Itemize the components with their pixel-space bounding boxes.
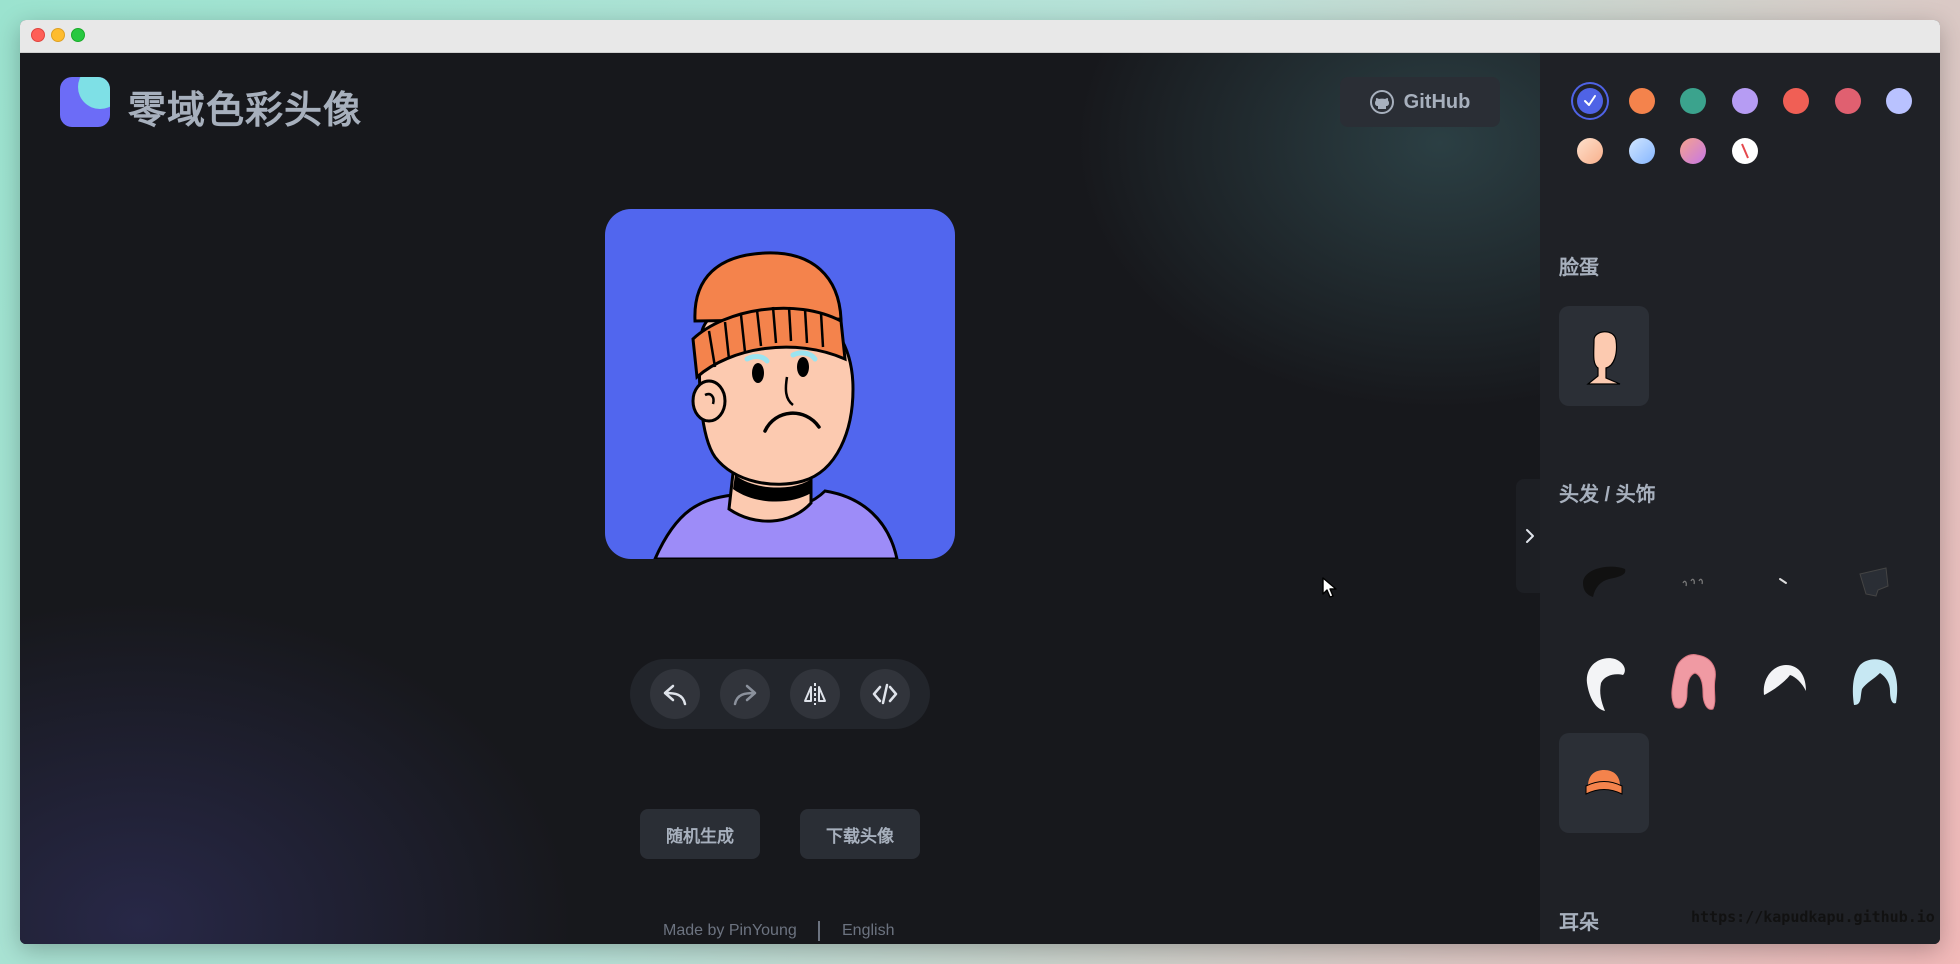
window-titlebar — [20, 20, 1940, 53]
check-icon — [1584, 95, 1596, 106]
chevron-right-icon — [1526, 529, 1534, 543]
avatar-right-eye — [797, 357, 809, 377]
code-icon — [872, 683, 898, 705]
beanie-icon — [1585, 770, 1623, 795]
hair-pink-long-icon — [1671, 654, 1716, 710]
swatch-sunset[interactable] — [1680, 138, 1706, 164]
github-button[interactable]: GitHub — [1340, 77, 1500, 127]
face-shape-icon — [1586, 331, 1621, 385]
main-area: 零域色彩头像 GitHub 随机生成 下载头像 Made by PinYoung… — [20, 53, 1544, 944]
download-avatar-button[interactable]: 下载头像 — [800, 809, 920, 859]
language-switch[interactable]: English — [842, 922, 894, 940]
minimize-window-button[interactable] — [51, 28, 65, 42]
swatch-orange[interactable] — [1629, 88, 1655, 114]
flip-icon — [804, 683, 826, 705]
hair-curly-icon — [1682, 578, 1703, 587]
hair-option-4[interactable] — [1829, 531, 1919, 631]
random-generate-button[interactable]: 随机生成 — [640, 809, 760, 859]
swatch-rose[interactable] — [1835, 88, 1861, 114]
app-logo — [60, 77, 110, 127]
maximize-window-button[interactable] — [71, 28, 85, 42]
author-credit[interactable]: Made by PinYoung — [663, 922, 797, 940]
code-button[interactable] — [860, 669, 910, 719]
github-label: GitHub — [1403, 90, 1471, 113]
hair-option-3[interactable] — [1739, 531, 1829, 631]
hair-cap-icon — [1859, 567, 1889, 597]
hair-option-6[interactable] — [1649, 633, 1739, 733]
avatar-preview — [605, 209, 955, 559]
hair-option-2[interactable] — [1649, 531, 1739, 631]
github-icon — [1369, 90, 1394, 114]
hair-option-5[interactable] — [1559, 633, 1649, 733]
app-title: 零域色彩头像 — [128, 90, 363, 132]
swatch-none[interactable] — [1732, 138, 1758, 164]
swatch-sky[interactable] — [1629, 138, 1655, 164]
section-title-face: 脸蛋 — [1559, 257, 1599, 279]
swatch-peach[interactable] — [1577, 138, 1603, 164]
swatch-teal[interactable] — [1680, 88, 1706, 114]
section-title-ears: 耳朵 — [1559, 912, 1599, 934]
settings-panel: 脸蛋 头发 / 头饰 耳朵 — [1540, 53, 1940, 944]
hair-blue-bob-icon — [1852, 659, 1898, 705]
hair-white-swoop-icon — [1586, 658, 1625, 711]
avatar-ear — [691, 379, 727, 423]
swatch-blue[interactable] — [1577, 88, 1603, 114]
redo-icon — [733, 684, 757, 706]
watermark-url: https://kapudkapu.github.io — [1691, 908, 1935, 926]
footer-divider — [818, 921, 820, 941]
hair-option-beanie[interactable] — [1559, 733, 1649, 833]
close-window-button[interactable] — [31, 28, 45, 42]
flip-button[interactable] — [790, 669, 840, 719]
face-option[interactable] — [1559, 306, 1649, 406]
hair-strand-icon — [1779, 578, 1787, 584]
browser-window: 零域色彩头像 GitHub 随机生成 下载头像 Made by PinYoung… — [20, 20, 1940, 944]
hair-option-1[interactable] — [1559, 531, 1649, 631]
hair-white-bob-icon — [1763, 665, 1806, 695]
swatch-coral[interactable] — [1783, 88, 1809, 114]
editor-toolbar — [630, 659, 930, 729]
undo-icon — [663, 684, 687, 706]
avatar-left-eye — [752, 363, 764, 383]
swatch-periwinkle[interactable] — [1886, 88, 1912, 114]
swatch-lavender[interactable] — [1732, 88, 1758, 114]
no-color-icon — [1741, 143, 1749, 159]
hair-option-8[interactable] — [1829, 633, 1919, 733]
section-title-hair: 头发 / 头饰 — [1559, 484, 1656, 506]
hair-option-7[interactable] — [1739, 633, 1829, 733]
undo-button[interactable] — [650, 669, 700, 719]
mouse-cursor-icon — [1322, 577, 1337, 598]
redo-button[interactable] — [720, 669, 770, 719]
hair-short-dark-icon — [1583, 566, 1626, 597]
